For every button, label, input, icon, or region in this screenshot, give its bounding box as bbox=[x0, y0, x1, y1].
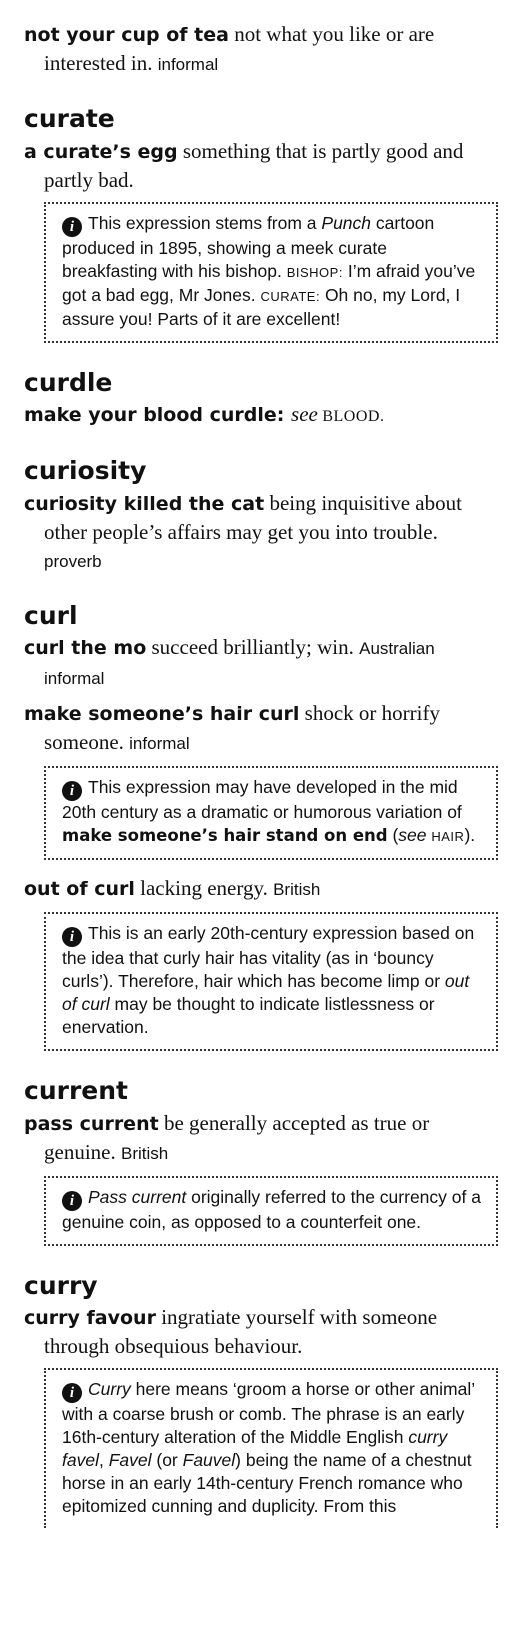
colon: : bbox=[276, 404, 292, 426]
entry-make-someones-hair-curl: make someone’s hair curl shock or horrif… bbox=[24, 699, 498, 758]
entry-not-your-cup-of-tea: not your cup of tea not what you like or… bbox=[24, 20, 498, 79]
phrase: a curate’s egg bbox=[24, 140, 178, 163]
note-italic: Curry bbox=[88, 1379, 131, 1399]
entry-make-your-blood-curdle: make your blood curdle: see BLOOD. bbox=[24, 400, 498, 431]
note-text: This is an early 20th-century expression… bbox=[62, 923, 475, 991]
entry-out-of-curl: out of curl lacking energy. British bbox=[24, 874, 498, 904]
info-note-curry-favour: i Curry here means ‘groom a horse or othe… bbox=[44, 1368, 498, 1528]
info-icon: i bbox=[62, 1383, 82, 1403]
info-note-curate: i This expression stems from a Punch cart… bbox=[44, 201, 498, 343]
usage-label: British bbox=[120, 1143, 169, 1163]
info-icon: i bbox=[62, 1190, 82, 1211]
phrase: make your blood curdle bbox=[24, 404, 277, 426]
definition: lacking energy. bbox=[134, 876, 268, 900]
headword-curiosity: curiosity bbox=[24, 456, 147, 485]
headword-current: current bbox=[24, 1076, 128, 1105]
phrase: curry favour bbox=[24, 1307, 156, 1329]
phrase: curl the mo bbox=[24, 637, 147, 659]
entry-curates-egg: a curate’s egg something that is partly … bbox=[24, 137, 498, 194]
usage-label: informal bbox=[157, 55, 219, 74]
phrase: out of curl bbox=[24, 878, 135, 900]
note-text: This expression stems from a bbox=[88, 212, 322, 233]
usage-label: proverb bbox=[44, 551, 102, 571]
info-note-hair-curl: i This expression may have developed in t… bbox=[44, 766, 498, 860]
dictionary-page: not your cup of tea not what you like or… bbox=[0, 0, 520, 1528]
note-text: This expression may have developed in th… bbox=[62, 777, 462, 822]
phrase: make someone’s hair curl bbox=[24, 703, 300, 725]
usage-label: British bbox=[273, 880, 321, 899]
entry-pass-current: pass current be generally accepted as tr… bbox=[24, 1109, 498, 1168]
see-label: see bbox=[291, 402, 318, 426]
info-icon: i bbox=[62, 927, 82, 947]
usage-label: informal bbox=[129, 734, 190, 753]
cross-reference: BLOOD. bbox=[317, 408, 385, 425]
headword-curdle: curdle bbox=[24, 367, 113, 397]
info-note-out-of-curl: i This is an early 20th-century expressio… bbox=[44, 912, 498, 1051]
headword-curate: curate bbox=[24, 104, 115, 133]
entry-curiosity-killed-the-cat: curiosity killed the cat being inquisiti… bbox=[24, 489, 498, 576]
note-italic: Favel bbox=[108, 1450, 152, 1470]
note-italic: Punch bbox=[321, 212, 372, 233]
definition: succeed brilliantly; win. bbox=[146, 635, 354, 659]
headword-curl: curl bbox=[24, 600, 78, 630]
note-text: (or bbox=[151, 1450, 183, 1470]
note-text: ). bbox=[464, 825, 476, 845]
see-label: see bbox=[398, 825, 427, 845]
note-italic: Fauvel bbox=[182, 1450, 236, 1470]
entry-curry-favour: curry favour ingratiate yourself with so… bbox=[24, 1303, 498, 1360]
note-smallcaps: Bishop: bbox=[286, 264, 343, 280]
info-note-pass-current: i Pass current originally referred to the… bbox=[44, 1175, 498, 1246]
note-smallcaps: Curate: bbox=[260, 288, 321, 304]
note-italic: Pass current bbox=[88, 1186, 187, 1207]
entry-curl-the-mo: curl the mo succeed brilliantly; win. Au… bbox=[24, 633, 498, 693]
phrase: not your cup of tea bbox=[24, 24, 229, 46]
note-text: ( bbox=[387, 825, 399, 845]
note-smallcaps: hair bbox=[431, 829, 465, 844]
info-icon: i bbox=[62, 216, 82, 237]
note-bold: make someone’s hair stand on end bbox=[62, 826, 388, 845]
phrase: pass current bbox=[24, 1112, 159, 1135]
note-text: may be thought to indicate listlessness … bbox=[62, 994, 435, 1037]
note-text: , bbox=[98, 1450, 109, 1470]
phrase: curiosity killed the cat bbox=[24, 492, 265, 515]
headword-curry: curry bbox=[24, 1270, 98, 1300]
info-icon: i bbox=[62, 781, 82, 801]
